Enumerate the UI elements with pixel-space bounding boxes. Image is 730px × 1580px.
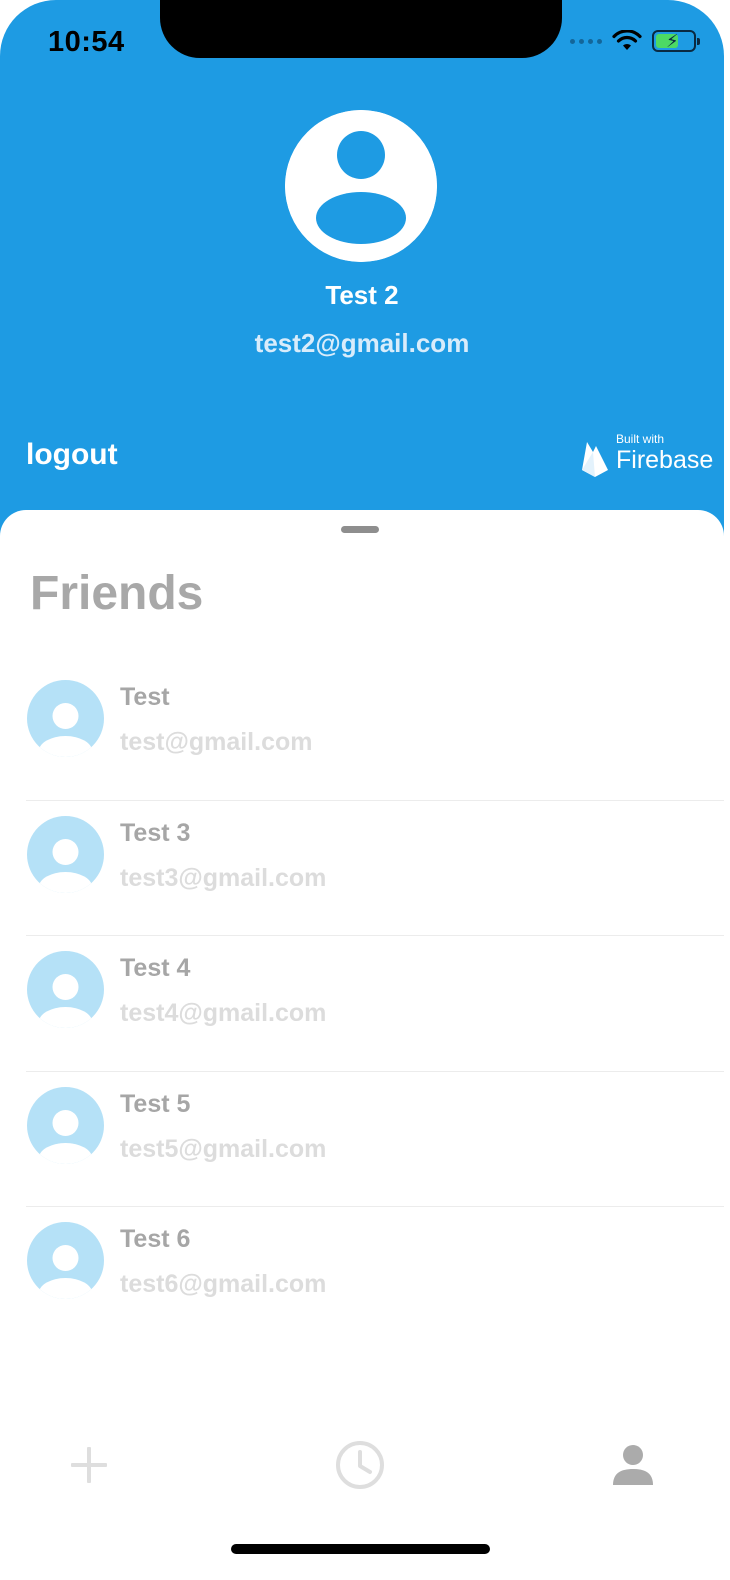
friend-row[interactable]: Test 6 test6@gmail.com bbox=[0, 1207, 724, 1343]
firebase-built-with: Built with bbox=[616, 432, 665, 446]
sheet-drag-handle[interactable] bbox=[341, 526, 379, 533]
profile-name: Test 2 bbox=[325, 280, 399, 310]
bottom-tab-bar bbox=[0, 1420, 724, 1510]
status-time: 10:54 bbox=[48, 26, 125, 58]
battery-charging-icon: ⚡ bbox=[652, 30, 700, 52]
home-indicator bbox=[231, 1544, 490, 1554]
friend-name: Test 4 bbox=[120, 954, 191, 982]
app-screen: 10:54 ⚡ Test 2 test2@gmail.com logout Bu… bbox=[0, 0, 724, 1568]
friend-email: test@gmail.com bbox=[120, 728, 313, 756]
friend-name: Test 6 bbox=[120, 1225, 191, 1253]
friends-sheet: Friends Test test@gmail.com Test 3 test3… bbox=[0, 510, 724, 1568]
status-bar: 10:54 ⚡ bbox=[0, 0, 724, 90]
friends-title: Friends bbox=[30, 567, 204, 620]
friend-row[interactable]: Test test@gmail.com bbox=[0, 665, 724, 801]
clock-icon bbox=[336, 1441, 384, 1489]
friend-email: test5@gmail.com bbox=[120, 1134, 327, 1163]
friends-list: Test test@gmail.com Test 3 test3@gmail.c… bbox=[0, 665, 724, 1343]
device-notch bbox=[160, 0, 562, 58]
friend-avatar-icon bbox=[27, 1222, 104, 1299]
friend-avatar-icon bbox=[27, 815, 104, 893]
friend-avatar-icon bbox=[27, 680, 104, 757]
friend-email: test3@gmail.com bbox=[120, 863, 327, 892]
friend-name: Test bbox=[120, 683, 170, 711]
friend-name: Test 5 bbox=[120, 1089, 191, 1118]
tab-profile[interactable] bbox=[588, 1420, 678, 1510]
cellular-signal-icon bbox=[570, 38, 602, 44]
friend-email: test6@gmail.com bbox=[120, 1270, 327, 1298]
profile-header: 10:54 ⚡ Test 2 test2@gmail.com logout Bu… bbox=[0, 0, 724, 560]
firebase-logo-icon bbox=[582, 442, 608, 477]
person-icon bbox=[613, 1445, 653, 1485]
status-icons: ⚡ bbox=[570, 30, 700, 52]
friend-row[interactable]: Test 4 test4@gmail.com bbox=[0, 936, 724, 1072]
firebase-name: Firebase bbox=[616, 446, 714, 474]
friend-avatar-icon bbox=[27, 1086, 104, 1164]
friend-row[interactable]: Test 5 test5@gmail.com bbox=[0, 1072, 724, 1207]
logout-button[interactable]: logout bbox=[26, 438, 118, 472]
profile-avatar bbox=[285, 110, 437, 262]
profile-email: test2@gmail.com bbox=[254, 328, 470, 358]
tab-history[interactable] bbox=[315, 1420, 405, 1510]
tab-add-friend[interactable] bbox=[44, 1420, 134, 1510]
plus-icon bbox=[71, 1447, 107, 1483]
user-avatar-icon bbox=[285, 110, 437, 262]
friend-name: Test 3 bbox=[120, 818, 191, 847]
firebase-badge: Built with Firebase bbox=[580, 432, 714, 482]
friend-row[interactable]: Test 3 test3@gmail.com bbox=[0, 801, 724, 936]
wifi-icon bbox=[612, 30, 642, 50]
friend-avatar-icon bbox=[27, 951, 104, 1028]
friend-email: test4@gmail.com bbox=[120, 999, 327, 1027]
